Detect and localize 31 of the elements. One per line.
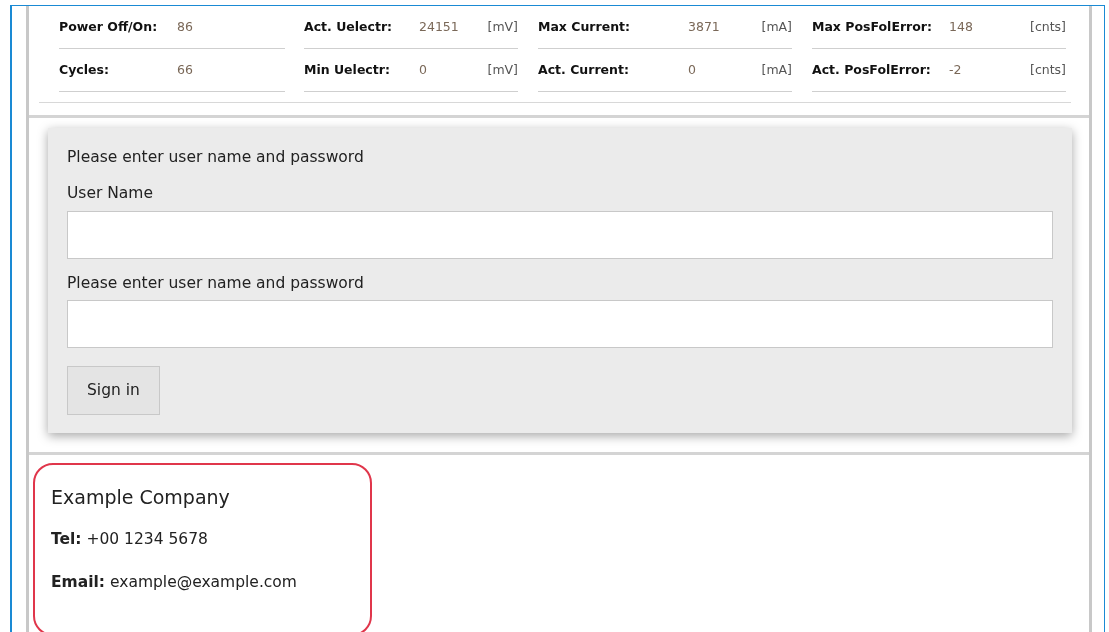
stat-value: 24151 bbox=[419, 17, 459, 36]
unit-label: [cnts] bbox=[1030, 17, 1066, 36]
stat-label: Act. Uelectr: bbox=[304, 17, 394, 36]
stat-value: 0 bbox=[419, 60, 427, 79]
sign-in-button[interactable]: Sign in bbox=[67, 365, 160, 415]
contact-line: Email: example@example.com bbox=[51, 571, 298, 593]
stat-label: Act. PosFolError: bbox=[812, 60, 932, 79]
stat-label: Min Uelectr: bbox=[304, 60, 391, 79]
field-label: Please enter user name and password bbox=[67, 272, 365, 294]
stat-label: Cycles: bbox=[59, 60, 110, 79]
stat-value: -2 bbox=[949, 60, 962, 79]
stat-label: Act. Current: bbox=[538, 60, 630, 79]
unit-label: [mV] bbox=[487, 60, 518, 79]
unit-label: [cnts] bbox=[1030, 60, 1066, 79]
field-label: User Name bbox=[67, 183, 154, 205]
contact-line: Tel: +00 1234 5678 bbox=[51, 528, 209, 550]
unit-label: [mA] bbox=[761, 17, 792, 36]
login-prompt: Please enter user name and password bbox=[67, 147, 365, 168]
input-field[interactable] bbox=[67, 299, 1053, 348]
stat-value: 0 bbox=[688, 60, 696, 79]
stat-value: 148 bbox=[949, 17, 973, 36]
stat-label: Max PosFolError: bbox=[812, 17, 933, 36]
unit-label: [mV] bbox=[487, 17, 518, 36]
stat-value: 3871 bbox=[688, 17, 720, 36]
stat-label: Max Current: bbox=[538, 17, 632, 36]
stat-value: 66 bbox=[177, 60, 193, 79]
company-name: Example Company bbox=[51, 485, 231, 510]
input-field[interactable] bbox=[67, 210, 1053, 259]
stat-value: 86 bbox=[177, 17, 193, 36]
unit-label: [mA] bbox=[761, 60, 792, 79]
stat-label: Power Off/On: bbox=[59, 17, 159, 36]
